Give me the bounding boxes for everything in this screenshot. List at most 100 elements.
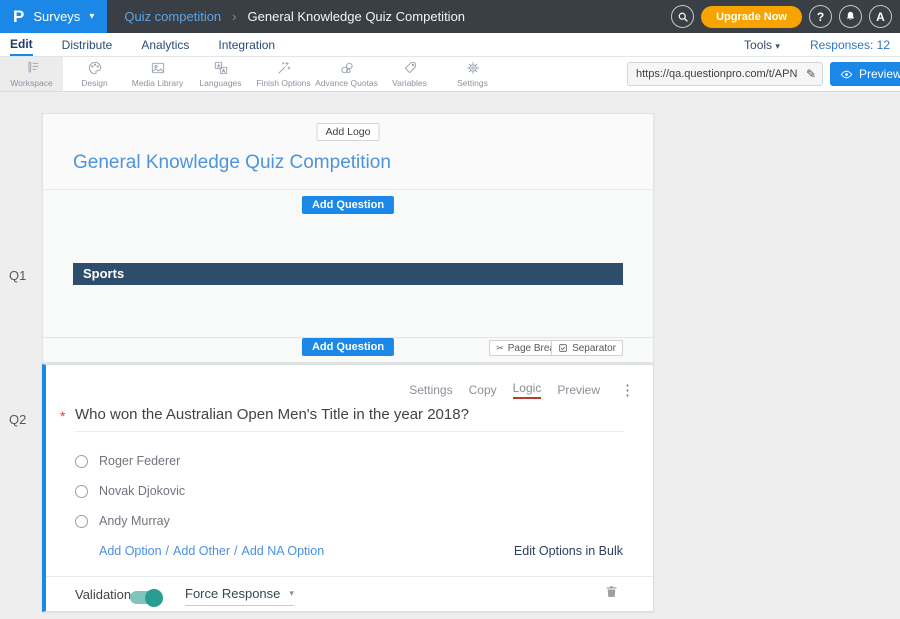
toolbar-item-label: Media Library xyxy=(132,78,184,88)
question-footer-divider xyxy=(46,576,653,577)
validation-label: Validation xyxy=(75,587,131,602)
add-na-option-link[interactable]: Add NA Option xyxy=(242,544,325,558)
add-option-link[interactable]: Add Option xyxy=(99,544,162,558)
chevron-down-icon: ▾ xyxy=(89,11,94,22)
question-settings-menu-item[interactable]: Settings xyxy=(409,383,452,397)
toolbar-item-settings[interactable]: Settings xyxy=(441,57,504,91)
questionpro-logo: P xyxy=(13,7,24,27)
nav-tabs: Edit Distribute Analytics Integration xyxy=(0,33,304,56)
question-logic-menu-item[interactable]: Logic xyxy=(513,381,542,399)
toolbar-item-media-library[interactable]: Media Library xyxy=(126,57,189,91)
question-1-number: Q1 xyxy=(9,268,26,283)
question-2-card: Settings Copy Logic Preview ⋮ * Who won … xyxy=(42,364,654,612)
settings-icon xyxy=(465,60,481,76)
bell-icon xyxy=(844,10,857,23)
checkbox-icon xyxy=(558,343,568,353)
toolbar-item-languages[interactable]: Languages xyxy=(189,57,252,91)
radio-button[interactable] xyxy=(75,485,88,498)
tab-distribute[interactable]: Distribute xyxy=(62,33,113,56)
help-button[interactable]: ? xyxy=(809,5,832,28)
question-text-underline xyxy=(75,431,624,432)
advance-quotas-icon xyxy=(339,60,355,76)
search-icon xyxy=(677,11,689,23)
avatar[interactable]: A xyxy=(869,5,892,28)
survey-card: Add Logo General Knowledge Quiz Competit… xyxy=(42,113,654,363)
toolbar-item-finish-options[interactable]: Finish Options xyxy=(252,57,315,91)
tab-analytics[interactable]: Analytics xyxy=(141,33,189,56)
breadcrumb: Quiz competition › General Knowledge Qui… xyxy=(124,9,465,24)
validation-toggle[interactable] xyxy=(130,591,160,604)
toolbar-item-advance-quotas[interactable]: Advance Quotas xyxy=(315,57,378,91)
option-add-links: Add Option / Add Other / Add NA Option xyxy=(99,544,324,558)
answer-option-row: Andy Murray xyxy=(75,514,170,528)
tab-edit[interactable]: Edit xyxy=(10,33,33,56)
scissors-icon: ✂ xyxy=(496,343,504,354)
edit-url-pencil-icon[interactable]: ✎ xyxy=(800,67,822,81)
finish-options-icon xyxy=(276,60,292,76)
tab-integration[interactable]: Integration xyxy=(218,33,275,56)
toolbar-item-workspace[interactable]: Workspace xyxy=(0,57,63,91)
chevron-down-icon: ▾ xyxy=(289,588,294,599)
upgrade-now-button[interactable]: Upgrade Now xyxy=(701,6,802,28)
variables-icon xyxy=(402,60,418,76)
question-2-number: Q2 xyxy=(9,412,26,427)
radio-button[interactable] xyxy=(75,455,88,468)
edit-options-in-bulk-link[interactable]: Edit Options in Bulk xyxy=(514,544,623,558)
media-library-icon xyxy=(150,60,166,76)
toolbar-item-label: Advance Quotas xyxy=(315,78,378,88)
topbar-actions: Upgrade Now ? A xyxy=(671,5,900,28)
share-url-input[interactable] xyxy=(628,68,800,80)
toolbar-item-label: Workspace xyxy=(10,78,52,88)
toolbar-item-label: Finish Options xyxy=(256,78,310,88)
search-button[interactable] xyxy=(671,5,694,28)
question-copy-menu-item[interactable]: Copy xyxy=(469,383,497,397)
answer-option-label[interactable]: Roger Federer xyxy=(99,454,180,468)
toggle-knob xyxy=(145,589,163,607)
trash-icon xyxy=(604,584,619,599)
kebab-menu-icon[interactable]: ⋮ xyxy=(620,381,635,399)
chevron-down-icon: ▾ xyxy=(775,41,780,51)
sub-nav: Edit Distribute Analytics Integration To… xyxy=(0,33,900,57)
surveys-menu-label: Surveys xyxy=(33,9,80,24)
answer-option-row: Novak Djokovic xyxy=(75,484,185,498)
separator-button[interactable]: Separator xyxy=(551,340,623,356)
tools-menu[interactable]: Tools ▾ xyxy=(744,38,780,52)
question-text[interactable]: Who won the Australian Open Men's Title … xyxy=(75,406,469,423)
question-1-presentation-text[interactable]: Sports xyxy=(73,263,623,285)
toolbar-item-label: Languages xyxy=(199,78,241,88)
languages-icon xyxy=(213,60,229,76)
add-question-button-bottom[interactable]: Add Question xyxy=(302,338,394,356)
breadcrumb-folder[interactable]: Quiz competition xyxy=(124,9,221,24)
add-question-button-top[interactable]: Add Question xyxy=(302,196,394,214)
required-asterisk: * xyxy=(60,408,65,424)
link-separator: / xyxy=(234,544,237,558)
add-other-link[interactable]: Add Other xyxy=(173,544,230,558)
toolbar-item-label: Settings xyxy=(457,78,488,88)
answer-option-label[interactable]: Novak Djokovic xyxy=(99,484,185,498)
radio-button[interactable] xyxy=(75,515,88,528)
surveys-menu[interactable]: P Surveys ▾ xyxy=(0,0,107,33)
toolbar-item-design[interactable]: Design xyxy=(63,57,126,91)
answer-option-row: Roger Federer xyxy=(75,454,180,468)
responses-count[interactable]: Responses: 12 xyxy=(810,38,890,52)
toolbar-item-label: Design xyxy=(81,78,107,88)
preview-button[interactable]: Preview xyxy=(830,62,900,86)
top-bar: P Surveys ▾ Quiz competition › General K… xyxy=(0,0,900,33)
notifications-button[interactable] xyxy=(839,5,862,28)
answer-option-label[interactable]: Andy Murray xyxy=(99,514,170,528)
add-logo-button[interactable]: Add Logo xyxy=(317,123,380,141)
preview-button-label: Preview xyxy=(859,67,900,81)
survey-title[interactable]: General Knowledge Quiz Competition xyxy=(73,152,391,174)
separator-label: Separator xyxy=(572,343,616,354)
question-preview-menu-item[interactable]: Preview xyxy=(557,383,600,397)
link-separator: / xyxy=(166,544,169,558)
workspace-icon xyxy=(24,60,40,76)
toolbar-item-label: Variables xyxy=(392,78,427,88)
delete-question-button[interactable] xyxy=(604,584,619,604)
design-icon xyxy=(87,60,103,76)
questionpro-survey-editor: P Surveys ▾ Quiz competition › General K… xyxy=(0,0,900,619)
validation-type-dropdown[interactable]: Force Response ▾ xyxy=(185,586,294,606)
share-url-field: ✎ xyxy=(627,62,823,86)
breadcrumb-separator-icon: › xyxy=(232,9,236,24)
toolbar-item-variables[interactable]: Variables xyxy=(378,57,441,91)
